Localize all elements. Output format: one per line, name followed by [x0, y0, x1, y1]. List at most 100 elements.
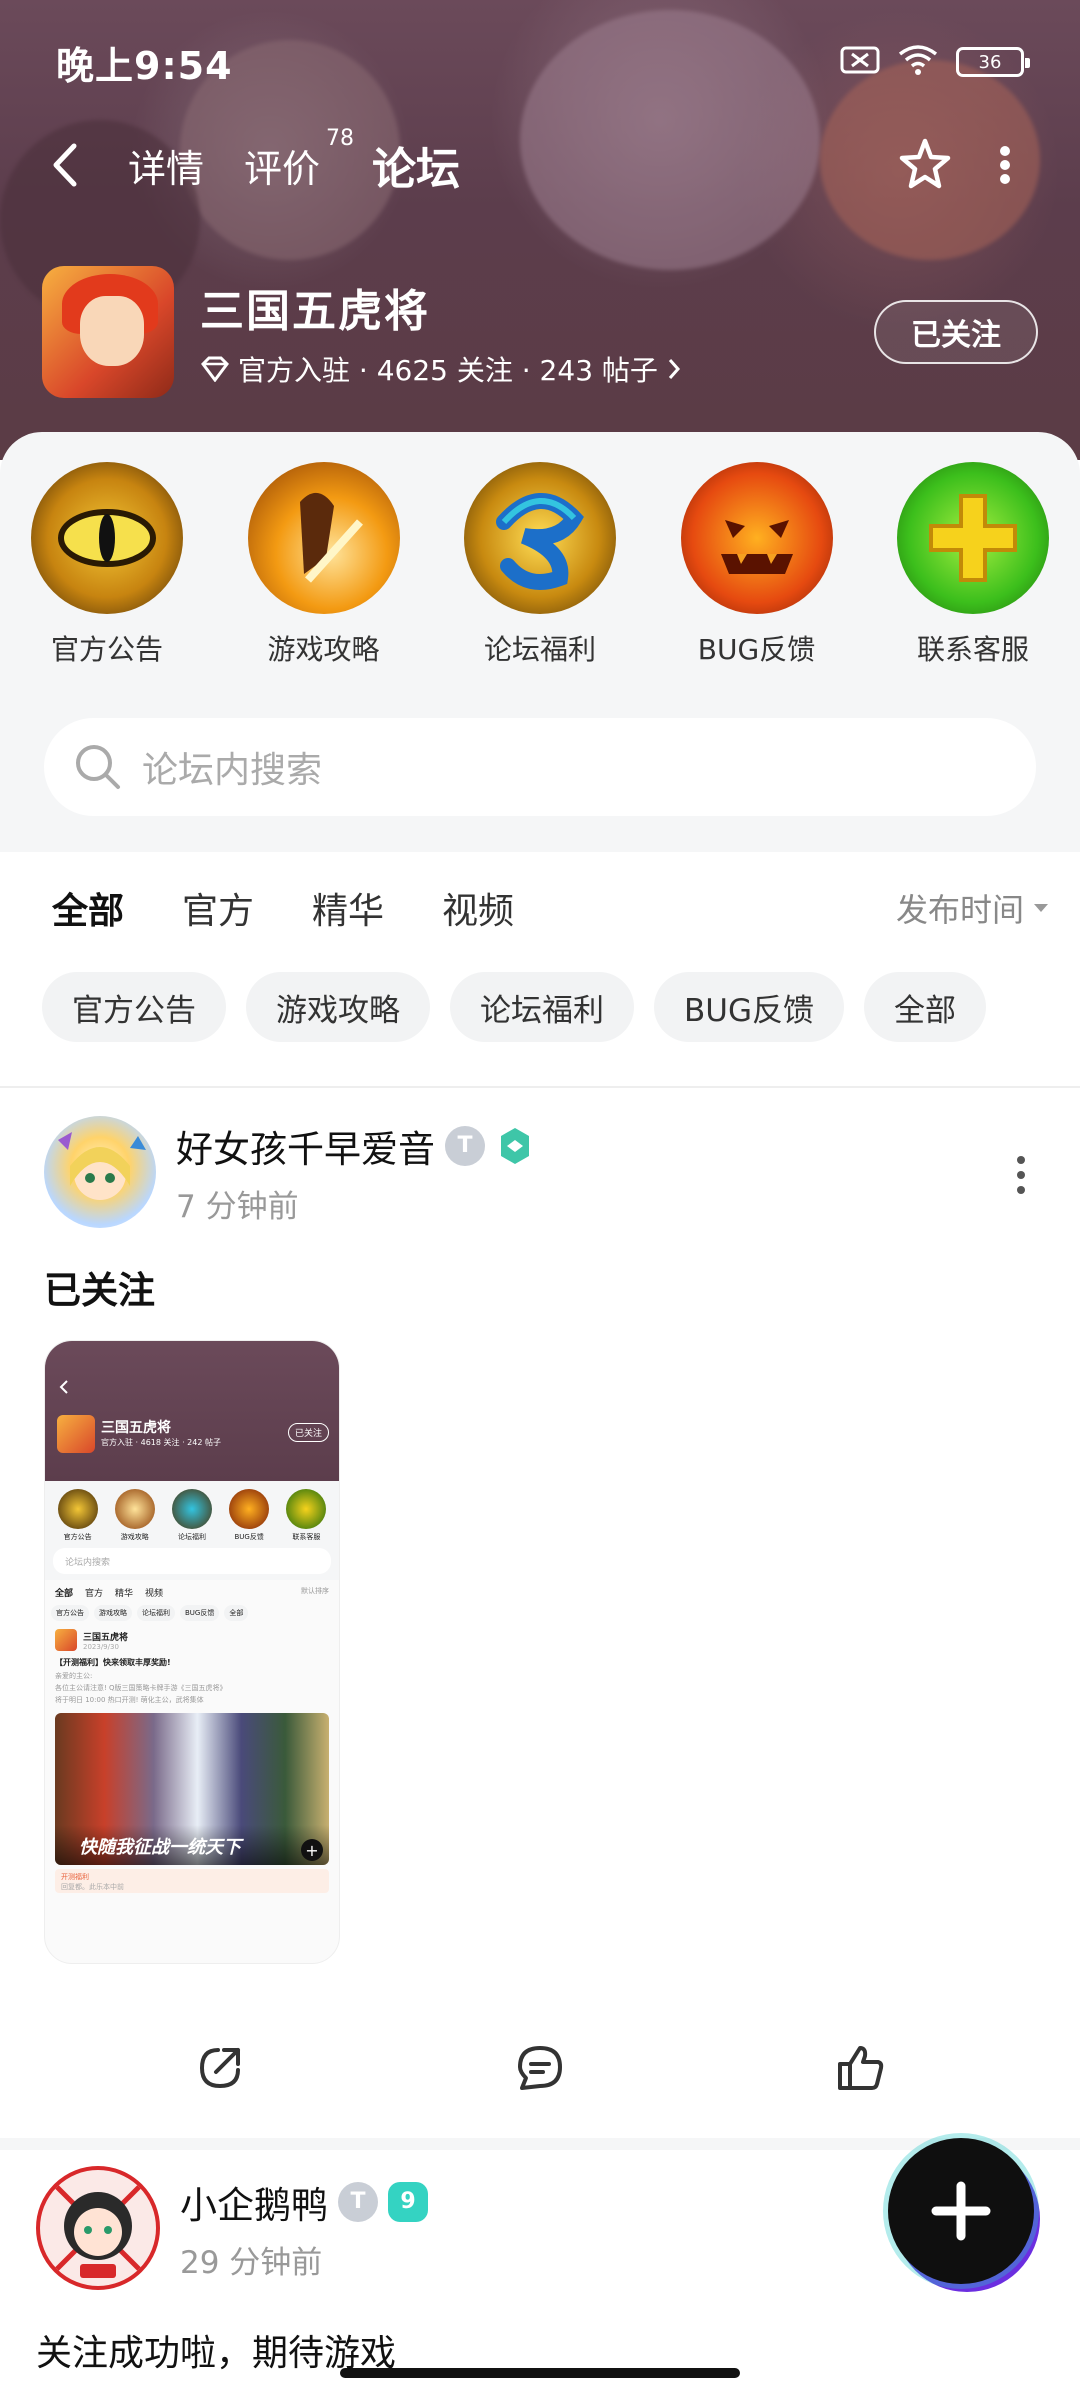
forum-page: 晚上9:54 36 详情 评价 78 论坛 三国五虎将 官方入驻 · 4625 …: [0, 0, 1080, 2400]
tab-reviews-label: 评价: [244, 146, 321, 191]
status-time: 晚上9:54: [56, 43, 233, 88]
thumb-banner-text: 快随我征战一统天下: [79, 1837, 241, 1858]
tab-forum[interactable]: 论坛: [372, 133, 461, 199]
search-icon: [76, 745, 120, 789]
category-bug-report[interactable]: BUG反馈: [670, 462, 844, 668]
section-divider: [0, 2138, 1080, 2150]
filter-tab-video[interactable]: 视频: [442, 882, 514, 934]
post-time: 29 分钟前: [180, 2244, 323, 2281]
battery-icon: 36: [956, 47, 1030, 77]
tab-reviews[interactable]: 评价 78: [244, 126, 354, 193]
comment-button[interactable]: [512, 2040, 568, 2100]
forum-search-input[interactable]: 论坛内搜索: [44, 718, 1036, 816]
category-label: 官方公告: [50, 633, 163, 666]
avatar[interactable]: [44, 1116, 156, 1228]
thumb-post-title: 三国五虎将: [83, 1632, 129, 1643]
post-content: 已关注: [44, 1269, 155, 1312]
thumb-tab: 全部: [55, 1589, 74, 1599]
category-label: BUG反馈: [697, 633, 816, 666]
verified-badge-icon: [495, 1126, 535, 1166]
sort-label: 发布时间: [895, 891, 1024, 929]
category-support[interactable]: 联系客服: [886, 462, 1060, 668]
status-bar: 晚上9:54 36: [56, 36, 1030, 88]
level-badge: T: [445, 1125, 485, 1166]
chip-all[interactable]: 全部: [863, 972, 986, 1042]
category-announcements[interactable]: 官方公告: [20, 462, 194, 668]
thumb-title: 三国五虎将: [101, 1420, 171, 1436]
thumb-tab: 精华: [115, 1589, 134, 1599]
thumb-tab: 视频: [145, 1589, 164, 1599]
category-guides[interactable]: 游戏攻略: [237, 462, 411, 668]
blue-gift-icon: [464, 462, 616, 614]
thumb-post-date: 2023/9/30: [83, 1642, 119, 1651]
post-author[interactable]: 好女孩千早爱音: [176, 1119, 435, 1173]
thumb-cat: 联系客服: [292, 1533, 321, 1541]
avatar[interactable]: [36, 2166, 160, 2290]
thumb-tag: 开测福利: [61, 1873, 89, 1881]
thumb-follow: 已关注: [287, 1423, 329, 1442]
filter-tab-featured[interactable]: 精华: [312, 882, 384, 934]
level-number-badge: 9: [388, 2181, 428, 2222]
home-indicator[interactable]: [340, 2368, 740, 2378]
tab-details[interactable]: 详情: [128, 138, 204, 193]
follow-button[interactable]: 已关注: [874, 300, 1038, 364]
thumb-cat: BUG反馈: [234, 1533, 264, 1541]
category-row: 官方公告 游戏攻略 论坛福利 BUG反馈 联系客服: [20, 462, 1060, 668]
pumpkin-face-icon: [680, 462, 833, 614]
diamond-icon: [201, 356, 229, 382]
filter-tabs: 全部 官方 精华 视频 发布时间: [52, 878, 1050, 938]
search-placeholder: 论坛内搜索: [142, 750, 323, 791]
sword-strike-icon: [247, 462, 400, 614]
category-rewards[interactable]: 论坛福利: [453, 462, 627, 668]
thumb-tab: 官方: [85, 1589, 104, 1599]
thumb-line: 将于明日 10:00 热口开测! 萌化主公，武将集体: [55, 1696, 204, 1704]
back-button[interactable]: [50, 135, 100, 195]
thumb-cat: 论坛福利: [177, 1533, 206, 1541]
thumb-chip: 官方公告: [51, 1605, 89, 1621]
game-meta[interactable]: 官方入驻 · 4625 关注 · 243 帖子: [200, 349, 874, 389]
wifi-icon: [898, 44, 938, 80]
post-actions: [0, 2030, 1080, 2110]
thumb-chip: BUG反馈: [180, 1605, 220, 1621]
tag-chips: 官方公告 游戏攻略 论坛福利 BUG反馈 全部: [42, 972, 1080, 1042]
game-stats: 官方入驻 · 4625 关注 · 243 帖子: [238, 354, 658, 387]
battery-level: 36: [978, 51, 1002, 73]
filter-tab-all[interactable]: 全部: [52, 882, 125, 938]
thumb-chip: 全部: [224, 1605, 249, 1621]
thumb-footer: 回复都。此乐本中前: [61, 1883, 124, 1891]
chip-guides[interactable]: 游戏攻略: [246, 972, 430, 1042]
post-card[interactable]: 小企鹅鸭 T 9 29 分钟前 关注成功啦，期待游戏: [36, 2166, 1036, 2386]
filter-tab-official[interactable]: 官方: [182, 882, 254, 934]
favorite-button[interactable]: [890, 130, 960, 200]
thumb-cat: 游戏攻略: [120, 1533, 149, 1541]
post-more-button[interactable]: [1006, 1156, 1036, 1194]
post-time: 7 分钟前: [176, 1188, 299, 1225]
thumbs-up-icon: [838, 2046, 884, 2090]
sort-dropdown[interactable]: 发布时间: [896, 885, 1050, 931]
game-header: 三国五虎将 官方入驻 · 4625 关注 · 243 帖子 已关注: [42, 266, 1038, 398]
thumb-meta: 官方入驻 · 4618 关注 · 242 帖子: [101, 1438, 221, 1447]
post-author[interactable]: 小企鹅鸭: [180, 2175, 328, 2229]
chip-rewards[interactable]: 论坛福利: [450, 972, 634, 1042]
category-label: 联系客服: [916, 633, 1029, 666]
create-post-button[interactable]: [888, 2138, 1034, 2284]
thumb-cat: 官方公告: [63, 1533, 92, 1541]
game-icon[interactable]: [42, 266, 174, 398]
plus-icon: [931, 2181, 991, 2241]
forum-sections: 官方公告 游戏攻略 论坛福利 BUG反馈 联系客服 论坛内搜索: [0, 432, 1080, 852]
back-arrow-icon: [53, 143, 77, 187]
post-image[interactable]: 三国五虎将 官方入驻 · 4618 关注 · 242 帖子 已关注 官方公告 游…: [44, 1340, 340, 1964]
chip-bug-report[interactable]: BUG反馈: [654, 972, 844, 1042]
category-label: 论坛福利: [483, 633, 596, 666]
chevron-right-icon: [668, 359, 680, 379]
chip-announcements[interactable]: 官方公告: [42, 972, 226, 1042]
category-label: 游戏攻略: [267, 633, 380, 666]
like-button[interactable]: [832, 2040, 888, 2100]
dragon-eye-icon: [31, 462, 183, 614]
share-icon: [199, 2048, 240, 2089]
share-button[interactable]: [192, 2040, 248, 2100]
level-badge: T: [338, 2181, 378, 2222]
more-menu-button[interactable]: [970, 130, 1040, 200]
thumb-search: 论坛内搜索: [53, 1548, 331, 1574]
post-card[interactable]: 好女孩千早爱音 T 7 分钟前 已关注: [44, 1116, 1036, 1336]
